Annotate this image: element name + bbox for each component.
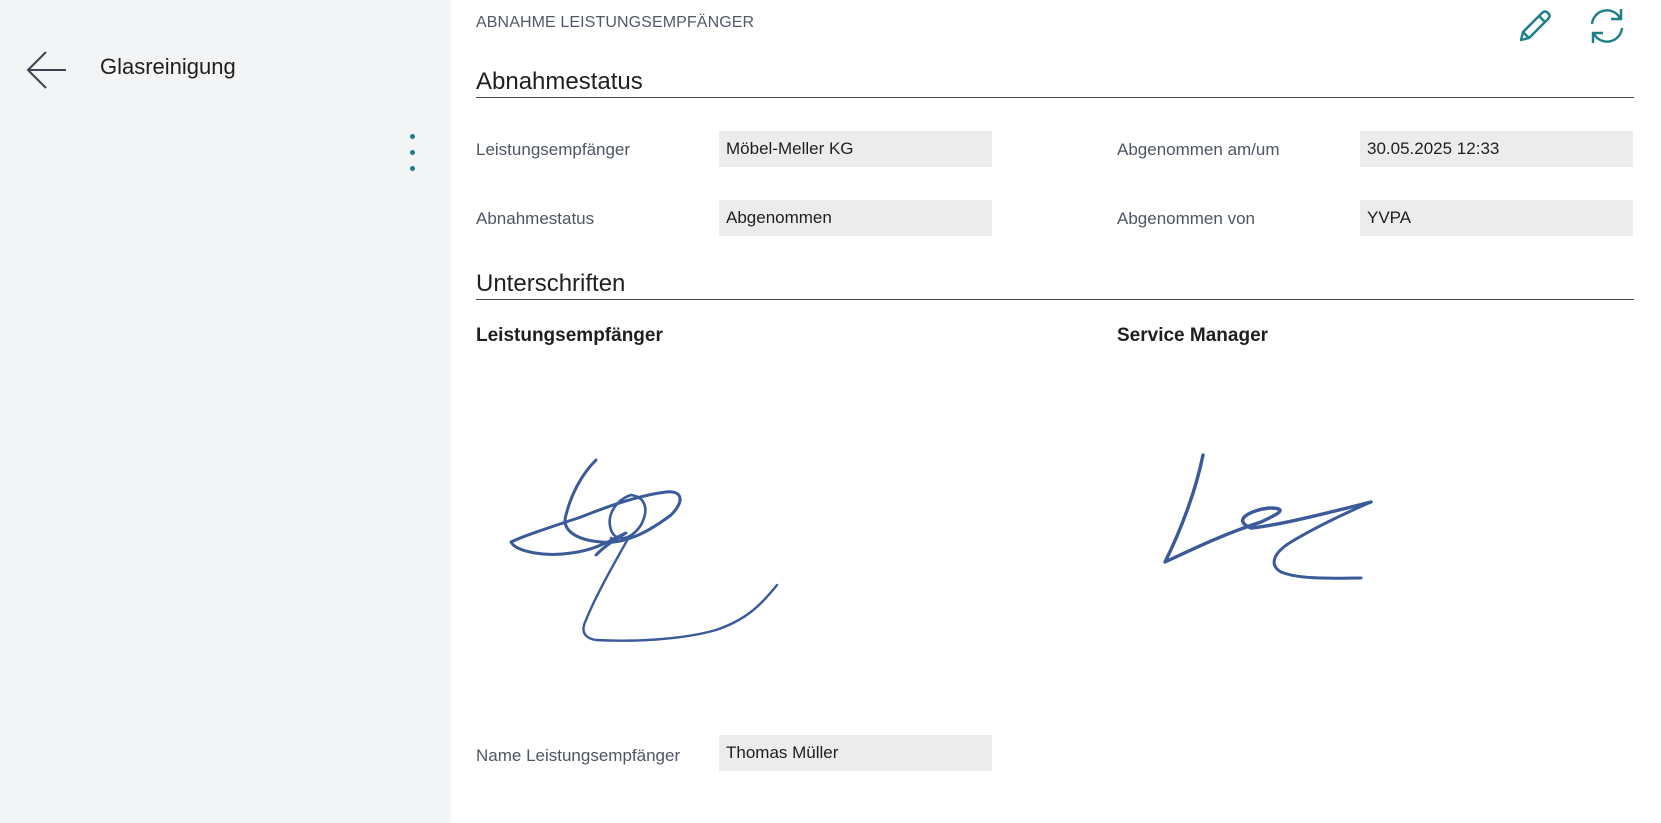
accepted-at-field[interactable]: 30.05.2025 12:33 bbox=[1360, 131, 1633, 167]
edit-button[interactable] bbox=[1511, 4, 1555, 48]
refresh-icon bbox=[1590, 9, 1624, 43]
recipient-label: Leistungsempfänger bbox=[476, 140, 631, 159]
page-title: Glasreinigung bbox=[100, 54, 236, 79]
recipient-signature-image bbox=[509, 458, 779, 642]
page: Glasreinigung ABNAHME LEISTUNGSEMPFÄNGER bbox=[0, 0, 1661, 823]
section-heading-status: Abnahmestatus bbox=[476, 68, 643, 95]
more-options-button[interactable] bbox=[402, 132, 424, 176]
section-heading-signatures: Unterschriften bbox=[476, 270, 626, 297]
section-divider bbox=[476, 97, 1634, 98]
recipient-name-field[interactable]: Thomas Müller bbox=[719, 735, 992, 771]
recipient-field[interactable]: Möbel-Meller KG bbox=[719, 131, 992, 167]
recipient-signature-heading: Leistungsempfänger bbox=[476, 325, 663, 346]
manager-signature-heading: Service Manager bbox=[1117, 325, 1269, 346]
acceptance-status-label: Abnahmestatus bbox=[476, 209, 595, 228]
manager-signature-image bbox=[1163, 453, 1373, 580]
accepted-by-label: Abgenommen von bbox=[1117, 209, 1255, 228]
page-caption: ABNAHME LEISTUNGSEMPFÄNGER bbox=[476, 14, 755, 31]
arrow-left-icon bbox=[26, 51, 66, 89]
accepted-by-field[interactable]: YVPA bbox=[1360, 200, 1633, 236]
back-button[interactable] bbox=[22, 48, 70, 92]
section-divider bbox=[476, 299, 1634, 300]
acceptance-status-field[interactable]: Abgenommen bbox=[719, 200, 992, 236]
refresh-button[interactable] bbox=[1585, 4, 1629, 48]
left-panel: Glasreinigung bbox=[0, 0, 451, 823]
main-content: ABNAHME LEISTUNGSEMPFÄNGER Abnahmestatus… bbox=[451, 0, 1661, 823]
accepted-at-label: Abgenommen am/um bbox=[1117, 140, 1280, 159]
recipient-name-label: Name Leistungsempfänger bbox=[476, 746, 681, 765]
pencil-icon bbox=[1519, 10, 1551, 42]
